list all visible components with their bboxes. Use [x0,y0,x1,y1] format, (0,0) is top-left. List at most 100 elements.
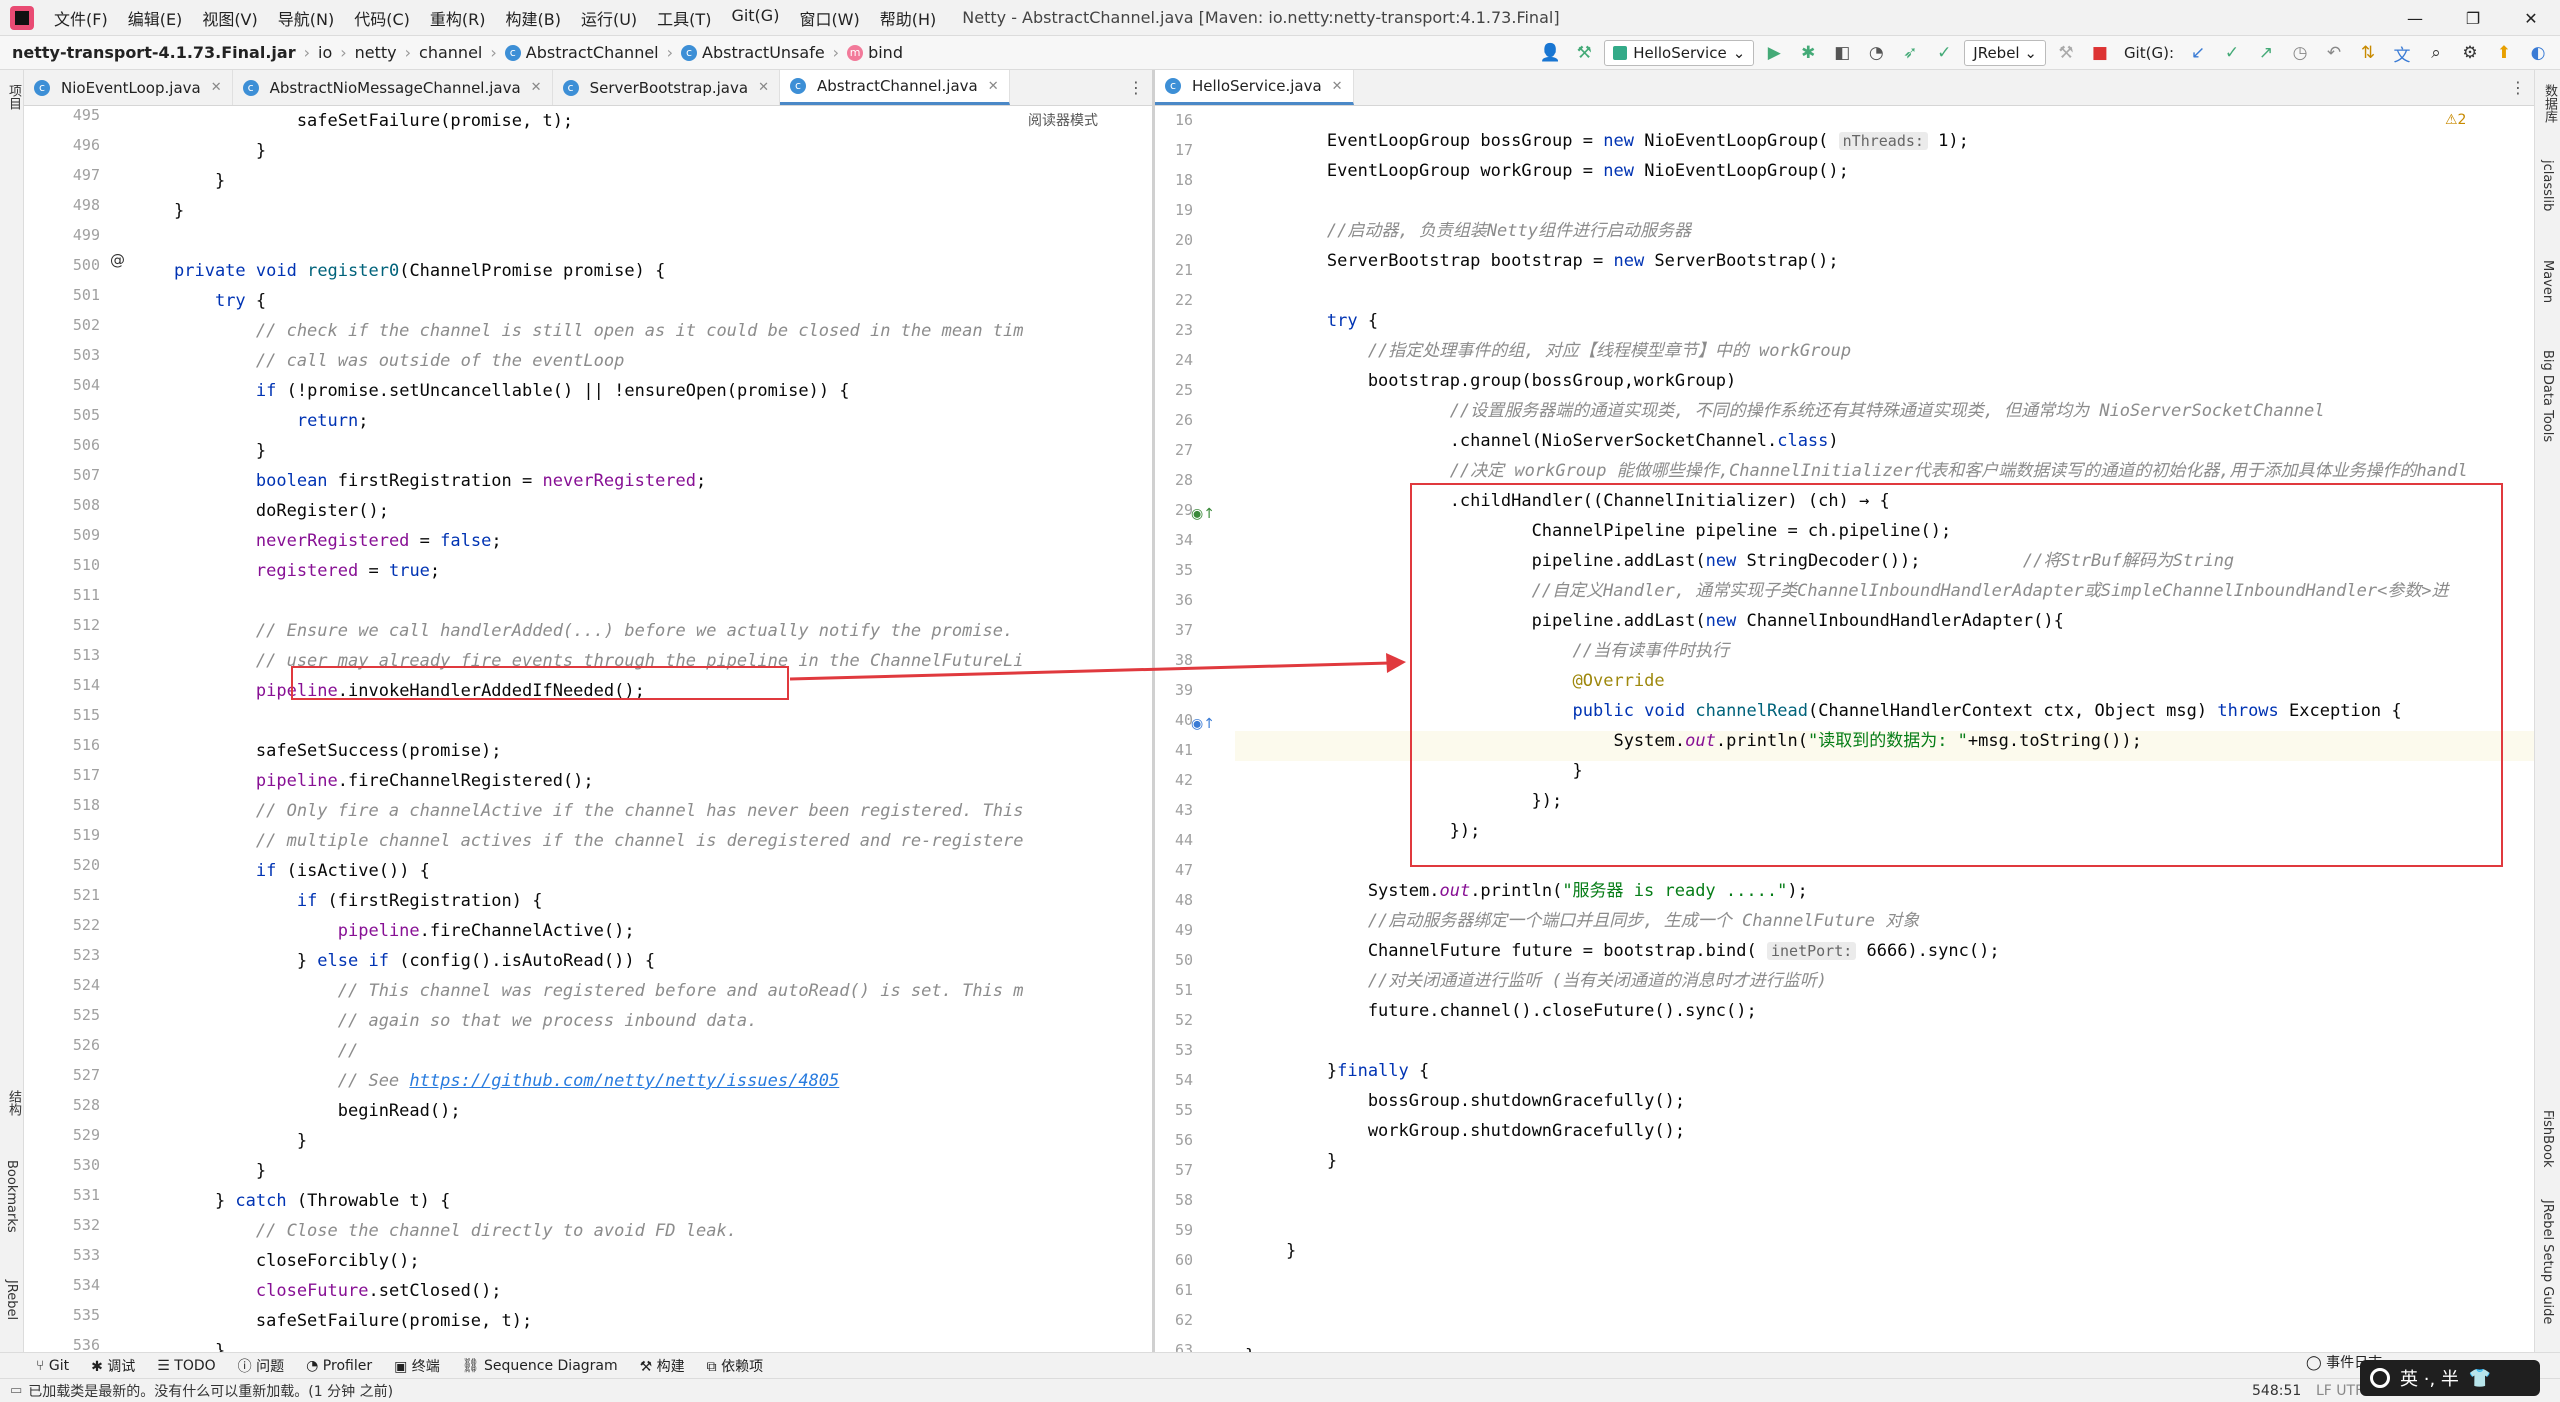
close-icon[interactable]: ✕ [211,80,222,95]
big-data-tools-tab[interactable]: Big Data Tools [2540,350,2555,442]
more-tabs-icon[interactable]: ⋮ [1128,78,1144,97]
tab-abstractniomessagechannel[interactable]: c AbstractNioMessageChannel.java ✕ [233,70,553,105]
breadcrumb-abstract-unsafe[interactable]: AbstractUnsafe [702,43,825,62]
more-tabs-icon[interactable]: ⋮ [2510,78,2526,97]
code-line: // call was outside of the eventLoop [174,351,625,371]
tab-nioeventloop[interactable]: c NioEventLoop.java ✕ [24,70,233,105]
breadcrumb-abstract-channel[interactable]: AbstractChannel [526,43,659,62]
database-tool-tab[interactable]: 数据库 [2540,84,2559,123]
jrebel-debug-icon[interactable]: ✓ [1930,39,1958,67]
menu-file[interactable]: 文件(F) [44,6,118,30]
jrebel-setup-tab[interactable]: JRebel Setup Guide [2540,1200,2555,1324]
line-number: 28 [1174,471,1193,489]
history-icon[interactable]: ◷ [2286,39,2314,67]
jclasslib-tool-tab[interactable]: jclasslib [2540,160,2555,211]
problems-tool-button[interactable]: ⓘ 问题 [238,1356,284,1376]
search-icon[interactable]: ⌕ [2422,39,2450,67]
menu-help[interactable]: 帮助(H) [870,6,947,30]
warning-indicator[interactable]: ⚠2 [2445,112,2466,128]
tab-serverbootstrap[interactable]: c ServerBootstrap.java ✕ [553,70,780,105]
minimize-button[interactable]: — [2386,0,2444,36]
breadcrumb-jar[interactable]: netty-transport-4.1.73.Final.jar [12,43,296,62]
menu-navigate[interactable]: 导航(N) [268,6,344,30]
code-line: } [1245,1341,1255,1352]
dependencies-tool-button[interactable]: ⧉ 依赖项 [707,1356,763,1376]
left-code-editor[interactable]: 495 496 497 498 499 500 501 502 503 504 … [24,106,1152,1352]
code-line: }finally { [1245,1061,1430,1081]
run-icon[interactable]: ▶ [1760,39,1788,67]
terminal-tool-button[interactable]: ▣ 终端 [394,1356,440,1376]
git-update-icon[interactable]: ↙ [2184,39,2212,67]
coverage-icon[interactable]: ◧ [1828,39,1856,67]
code-line: neverRegistered = false; [255,531,502,551]
hammer-disabled-icon[interactable]: ⚒ [2052,39,2080,67]
jrebel-run-icon[interactable]: ➶ [1896,39,1924,67]
close-icon[interactable]: ✕ [1332,79,1343,94]
breadcrumb-io[interactable]: io [318,43,332,62]
menu-git[interactable]: Git(G) [721,6,789,30]
run-config-selector[interactable]: HelloService ⌄ [1604,40,1755,66]
debug-icon[interactable]: ✱ [1794,39,1822,67]
close-icon[interactable]: ✕ [758,80,769,95]
build-tool-button[interactable]: ⚒ 构建 [640,1356,685,1376]
translate-icon[interactable]: 文 [2388,39,2416,67]
project-tool-tab[interactable]: 项目 [4,84,23,110]
jrebel-selector[interactable]: JRebel ⌄ [1964,40,2046,66]
git-commit-icon[interactable]: ✓ [2218,39,2246,67]
jrebel-tool-tab[interactable]: JRebel [4,1280,19,1320]
line-number: 524 [72,976,100,994]
code-line-highlighted: pipeline.invokeHandlerAddedIfNeeded(); [255,681,645,701]
maven-tool-tab[interactable]: Maven [2540,260,2555,303]
maximize-button[interactable]: ❐ [2444,0,2502,36]
menu-window[interactable]: 窗口(W) [789,6,869,30]
right-code-editor[interactable]: 16 17 18 19 20 21 22 23 24 25 26 27 28 2… [1155,106,2534,1352]
todo-tool-button[interactable]: ☰ TODO [157,1358,215,1374]
menu-refactor[interactable]: 重构(R) [420,6,496,30]
breadcrumb-bind[interactable]: bind [868,43,903,62]
line-number: 22 [1174,291,1193,309]
menu-code[interactable]: 代码(C) [344,6,420,30]
window-controls: — ❐ ✕ [2386,0,2560,36]
debug-tool-button[interactable]: ✱ 调试 [91,1356,135,1376]
breadcrumb-channel[interactable]: channel [419,43,482,62]
profiler-tool-button[interactable]: ◔ Profiler [306,1358,372,1374]
structure-tool-tab[interactable]: 结构 [4,1090,23,1116]
code-line: } [1245,1241,1297,1261]
code-line: @Override [1245,671,1665,691]
user-icon[interactable]: 👤 [1536,39,1564,67]
breadcrumb-netty[interactable]: netty [355,43,397,62]
line-number: 517 [72,766,100,784]
menu-edit[interactable]: 编辑(E) [118,6,193,30]
vcs-icon[interactable]: ⇅ [2354,39,2382,67]
caret-position[interactable]: 548:51 [2252,1383,2301,1399]
reader-mode-toggle[interactable]: 阅读器模式 [1028,110,1098,130]
close-icon[interactable]: ✕ [988,79,999,94]
tab-helloservice[interactable]: c HelloService.java ✕ [1155,70,1354,105]
tab-abstractchannel[interactable]: c AbstractChannel.java ✕ [779,70,1010,105]
git-push-icon[interactable]: ↗ [2252,39,2280,67]
code-line: doRegister(); [174,501,389,521]
settings-gear-icon[interactable]: ⚙ [2456,39,2484,67]
menu-run[interactable]: 运行(U) [571,6,647,30]
line-number: 507 [72,466,100,484]
close-icon[interactable]: ✕ [531,80,542,95]
git-tool-button[interactable]: ⑂ Git [36,1358,69,1374]
fishbook-tool-tab[interactable]: FishBook [2540,1110,2555,1168]
menu-build[interactable]: 构建(B) [496,6,571,30]
ime-indicator[interactable]: 英 ·, 半 👕 [2360,1360,2540,1396]
line-number: 18 [1174,171,1193,189]
code-line: pipeline.fireChannelActive(); [337,921,635,941]
menu-view[interactable]: 视图(V) [192,6,267,30]
tab-label: NioEventLoop.java [61,78,201,97]
bookmarks-tool-tab[interactable]: Bookmarks [4,1160,19,1233]
stop-icon[interactable]: ■ [2086,39,2114,67]
rollback-icon[interactable]: ↶ [2320,39,2348,67]
menu-tools[interactable]: 工具(T) [647,6,721,30]
close-window-button[interactable]: ✕ [2502,0,2560,36]
build-hammer-icon[interactable]: ⚒ [1570,39,1598,67]
left-tool-strip: 项目 结构 Bookmarks JRebel [0,70,24,1352]
profile-icon[interactable]: ◔ [1862,39,1890,67]
sequence-diagram-tool-button[interactable]: ⛓ Sequence Diagram [462,1358,618,1374]
jetbrains-icon[interactable]: ◐ [2524,39,2552,67]
update-icon[interactable]: ⬆ [2490,39,2518,67]
